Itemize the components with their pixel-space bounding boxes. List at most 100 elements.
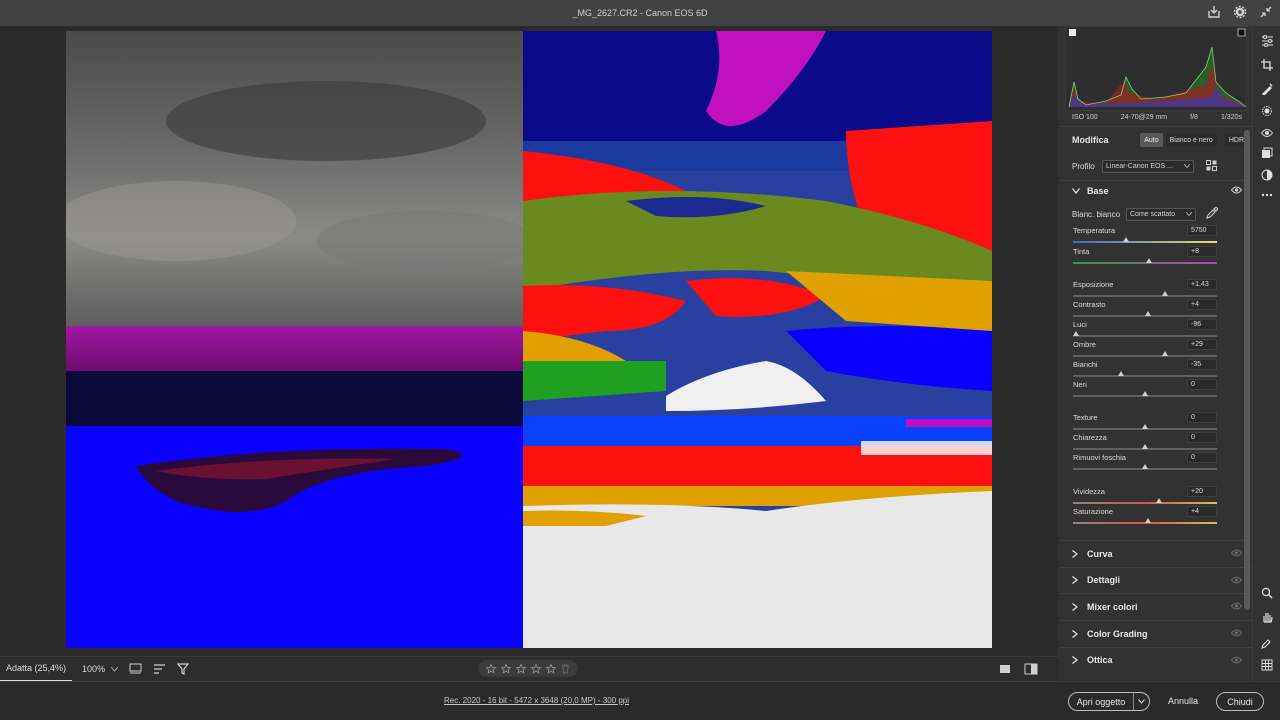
slider-thumb[interactable] — [1142, 444, 1148, 449]
slider-contrasto[interactable]: Contrasto +4 — [1073, 299, 1217, 320]
zoom-icon[interactable] — [1260, 586, 1274, 600]
eye-icon[interactable] — [1230, 549, 1243, 559]
slider-track[interactable] — [1073, 335, 1217, 337]
slider-tinta[interactable]: Tinta +8 — [1073, 246, 1217, 267]
slider-value-input[interactable]: +4 — [1187, 506, 1217, 517]
slider-esposizione[interactable]: Esposizione +1,43 — [1073, 279, 1217, 300]
slider-track[interactable] — [1073, 241, 1217, 243]
slider-track[interactable] — [1073, 355, 1217, 357]
star-icon[interactable] — [545, 663, 556, 674]
healing-icon[interactable] — [1260, 82, 1274, 96]
black-white-button[interactable]: Bianco e nero — [1165, 133, 1217, 147]
image-canvas[interactable] — [0, 26, 1058, 656]
panel-scrollbar[interactable] — [1244, 130, 1250, 610]
slider-value-input[interactable]: 0 — [1187, 452, 1217, 463]
eye-icon[interactable] — [1230, 186, 1243, 196]
zoom-100-dropdown[interactable]: 100% — [82, 664, 119, 674]
section-color-grading-header[interactable]: Color Grading — [1060, 620, 1252, 646]
slider-track[interactable] — [1073, 375, 1217, 377]
slider-track[interactable] — [1073, 262, 1217, 264]
collapse-icon[interactable] — [1258, 4, 1274, 20]
section-ottica-header[interactable]: Ottica — [1060, 646, 1252, 673]
star-icon[interactable] — [530, 663, 541, 674]
section-dettagli-header[interactable]: Dettagli — [1060, 566, 1252, 593]
cancel-button[interactable]: Annulla — [1168, 696, 1198, 706]
slider-value-input[interactable]: 0 — [1187, 379, 1217, 390]
section-curva-header[interactable]: Curva — [1060, 540, 1252, 566]
color-sampler-icon[interactable] — [1260, 636, 1274, 650]
eye-icon[interactable] — [1230, 576, 1243, 586]
slider-value-input[interactable]: +1,43 — [1187, 279, 1217, 290]
slider-value-input[interactable]: 0 — [1187, 432, 1217, 443]
section-mixer-colori-header[interactable]: Mixer colori — [1060, 593, 1252, 619]
slider-chiarezza[interactable]: Chiarezza 0 — [1073, 432, 1217, 453]
slider-thumb[interactable] — [1156, 498, 1163, 503]
filmstrip-icon[interactable] — [128, 662, 142, 676]
slider-thumb[interactable] — [1072, 331, 1079, 336]
slider-value-input[interactable]: 0 — [1187, 412, 1217, 423]
slider-thumb[interactable] — [1162, 351, 1169, 356]
slider-value-input[interactable]: +20 — [1187, 486, 1217, 497]
slider-saturazione[interactable]: Saturazione +4 — [1073, 506, 1217, 527]
slider-thumb[interactable] — [1162, 291, 1169, 296]
slider-value-input[interactable]: +29 — [1187, 339, 1217, 350]
slider-thumb[interactable] — [1144, 311, 1151, 316]
slider-thumb[interactable] — [1142, 391, 1148, 396]
red-eye-icon[interactable] — [1260, 126, 1274, 140]
chevron-down-icon[interactable] — [1133, 693, 1149, 710]
section-base-header[interactable]: Base — [1060, 178, 1252, 204]
star-icon[interactable] — [515, 663, 526, 674]
slider-luci[interactable]: Luci -96 — [1072, 319, 1217, 340]
star-icon[interactable] — [485, 663, 496, 674]
snapshots-icon[interactable] — [1260, 168, 1274, 182]
slider-value-input[interactable]: +8 — [1187, 246, 1217, 257]
slider-track[interactable] — [1073, 295, 1217, 297]
sort-icon[interactable] — [152, 662, 166, 676]
zoom-fit-button[interactable]: Adatta (25,4%) — [0, 657, 73, 682]
slider-temperatura[interactable]: Temperatura 5750 — [1073, 225, 1217, 246]
eye-icon[interactable] — [1230, 656, 1243, 666]
eye-icon[interactable] — [1230, 629, 1243, 639]
eye-icon[interactable] — [1230, 602, 1243, 612]
slider-thumb[interactable] — [1144, 518, 1151, 523]
slider-ombre[interactable]: Ombre +29 — [1073, 339, 1217, 360]
star-icon[interactable] — [500, 663, 511, 674]
profile-dropdown[interactable]: Linear-Canon EOS ... — [1102, 159, 1194, 173]
slider-track[interactable] — [1073, 502, 1217, 504]
slider-bianchi[interactable]: Bianchi -35 — [1073, 359, 1217, 380]
grid-icon[interactable] — [1260, 658, 1274, 672]
gear-icon[interactable] — [1232, 4, 1248, 20]
slider-value-input[interactable]: 5750 — [1187, 225, 1217, 236]
white-balance-dropdown[interactable]: Come scattato — [1126, 207, 1196, 221]
mask-icon[interactable] — [1260, 104, 1274, 118]
hand-icon[interactable] — [1260, 610, 1274, 624]
slider-thumb[interactable] — [1142, 424, 1148, 429]
export-icon[interactable] — [1206, 4, 1222, 20]
presets-icon[interactable] — [1260, 146, 1274, 160]
open-object-button[interactable]: Apri oggetto — [1068, 692, 1150, 711]
before-after-icon[interactable] — [1024, 662, 1038, 676]
slider-thumb[interactable] — [1123, 237, 1130, 242]
edit-sliders-icon[interactable] — [1260, 34, 1274, 48]
slider-rimuovi-foschia[interactable]: Rimuovi foschia 0 — [1073, 452, 1217, 473]
slider-value-input[interactable]: -96 — [1187, 319, 1217, 330]
slider-texture[interactable]: Texture 0 — [1073, 412, 1217, 433]
slider-thumb[interactable] — [1117, 371, 1124, 376]
filter-icon[interactable] — [176, 662, 190, 676]
slider-vividezza[interactable]: Vividezza +20 — [1073, 486, 1217, 507]
crop-icon[interactable] — [1260, 58, 1274, 72]
slider-thumb[interactable] — [1146, 258, 1153, 263]
auto-button[interactable]: Auto — [1140, 133, 1163, 147]
panel-scroll-thumb[interactable] — [1244, 130, 1250, 610]
rating-stars[interactable] — [478, 660, 578, 677]
single-view-icon[interactable] — [998, 662, 1012, 676]
slider-thumb[interactable] — [1142, 464, 1148, 469]
workflow-options-link[interactable]: Rec. 2020 - 16 bit - 5472 x 3648 (20,0 M… — [444, 696, 629, 705]
slider-value-input[interactable]: -35 — [1187, 359, 1217, 370]
trash-icon[interactable] — [560, 663, 571, 674]
close-button[interactable]: Chiudi — [1216, 692, 1264, 711]
eyedropper-icon[interactable] — [1206, 207, 1218, 221]
profile-browser-icon[interactable] — [1206, 159, 1217, 173]
slider-neri[interactable]: Neri 0 — [1073, 379, 1217, 400]
photo-preview[interactable] — [66, 31, 992, 648]
